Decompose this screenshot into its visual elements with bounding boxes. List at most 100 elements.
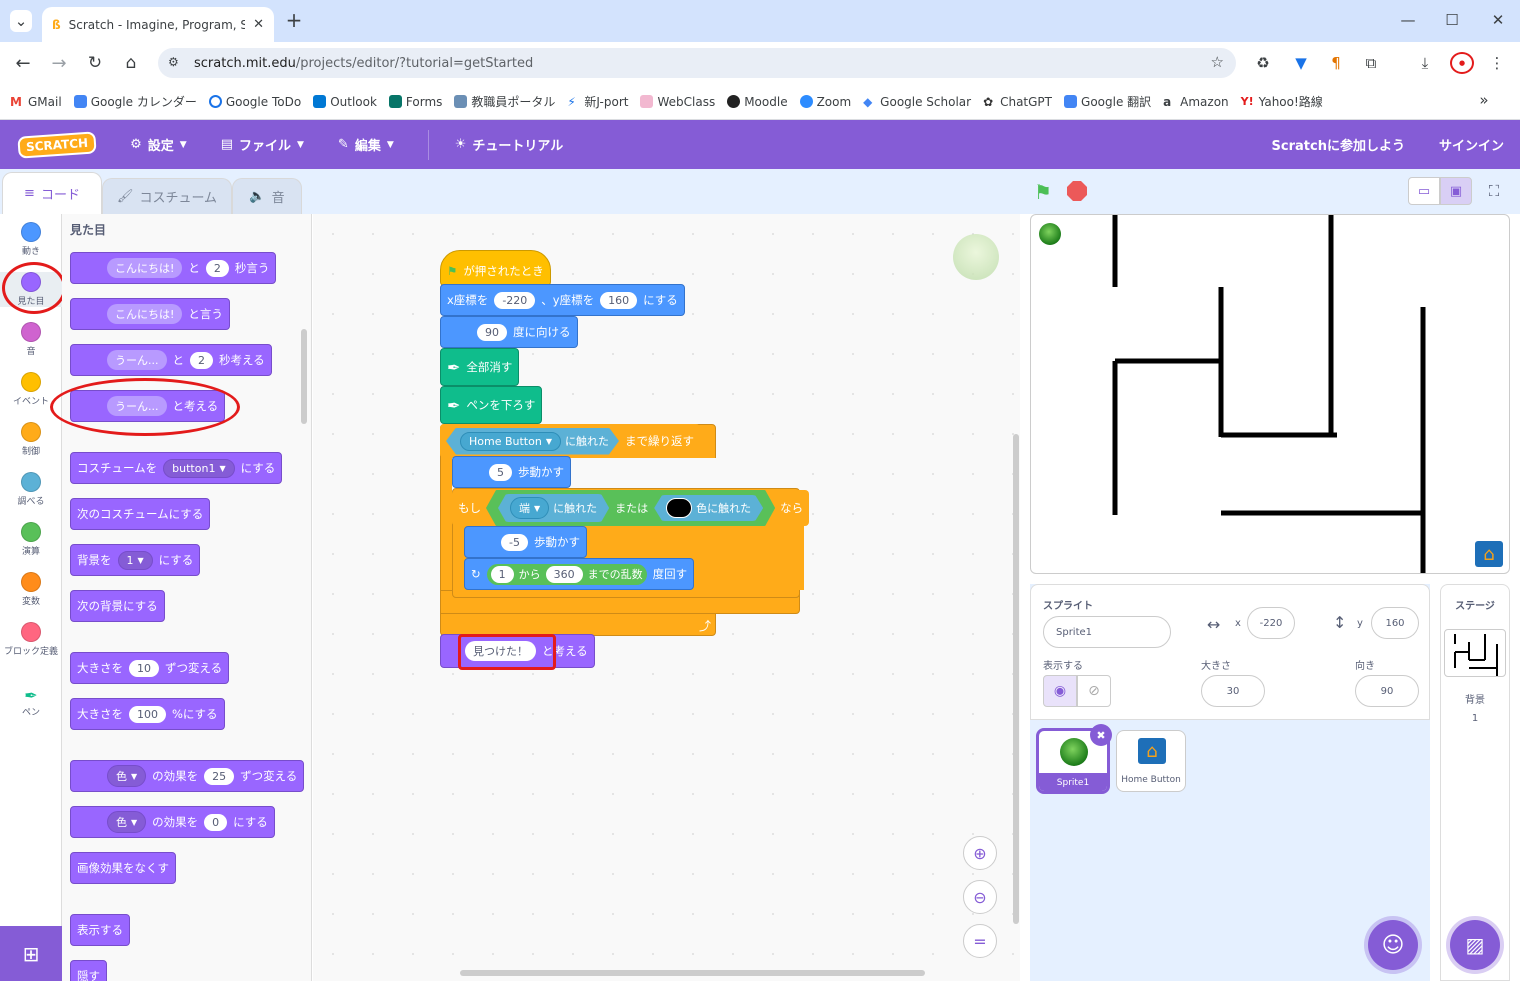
bookmark-calendar[interactable]: Google カレンダー bbox=[73, 93, 197, 110]
sprite-direction-input[interactable]: 90 bbox=[1355, 675, 1419, 707]
chrome-menu-icon[interactable]: ⋮ bbox=[1486, 52, 1508, 74]
block-hide[interactable]: 隠す bbox=[70, 960, 107, 981]
script-area[interactable]: ⚑ が押されたとき x座標を -220 、y座標を 160 にする 90 度に向ける ✒ 全部… bbox=[313, 214, 1020, 981]
block-say-for-secs[interactable]: こんにちは! と 2 秒言う bbox=[70, 252, 277, 284]
zoom-in-button[interactable]: ⊕ bbox=[963, 836, 997, 870]
block-change-size[interactable]: 大きさを 10 ずつ変える bbox=[70, 652, 230, 684]
extension-recycle-icon[interactable]: ♻ bbox=[1252, 52, 1274, 74]
back-icon[interactable]: ← bbox=[12, 52, 34, 74]
more-bookmarks-icon[interactable]: » bbox=[1474, 90, 1494, 110]
fullscreen-button[interactable]: ⛶ bbox=[1480, 177, 1508, 205]
block-pen-erase[interactable]: ✒ 全部消す bbox=[440, 348, 520, 386]
category-control[interactable]: 制御 bbox=[0, 422, 62, 457]
script-scrollbar-h[interactable] bbox=[460, 970, 925, 976]
category-pen[interactable]: ✒ ペン bbox=[0, 686, 62, 718]
bookmark-forms[interactable]: Forms bbox=[388, 95, 442, 109]
bookmark-chatgpt[interactable]: ✿ ChatGPT bbox=[983, 95, 1052, 110]
block-think-for-secs[interactable]: うーん... と 2 秒考える bbox=[70, 344, 272, 376]
block-switch-costume[interactable]: コスチュームを button1 ▼ にする bbox=[70, 452, 283, 484]
color-swatch-black[interactable] bbox=[666, 498, 692, 518]
sprite-size-input[interactable]: 30 bbox=[1201, 675, 1265, 707]
bookmark-moodle[interactable]: Moodle bbox=[727, 95, 788, 109]
sprite-ball[interactable] bbox=[1039, 223, 1061, 245]
block-change-effect[interactable]: 色 ▼ の効果を 25 ずつ変える bbox=[70, 760, 305, 792]
block-goto-xy[interactable]: x座標を -220 、y座標を 160 にする bbox=[440, 284, 685, 316]
forward-icon[interactable]: → bbox=[48, 52, 70, 74]
close-tab-icon[interactable]: ✕ bbox=[253, 17, 264, 32]
block-say[interactable]: こんにちは! と言う bbox=[70, 298, 230, 330]
category-operators[interactable]: 演算 bbox=[0, 522, 62, 557]
category-motion[interactable]: 動き bbox=[0, 222, 62, 257]
zoom-out-button[interactable]: ⊖ bbox=[963, 880, 997, 914]
edit-menu[interactable]: ✎ 編集 ▼ bbox=[338, 135, 394, 154]
sprite-x-input[interactable]: -220 bbox=[1247, 607, 1295, 639]
show-sprite-button[interactable]: ◉ bbox=[1043, 675, 1077, 707]
operator-or[interactable]: 端 ▼ に触れた または 色に触れた bbox=[486, 490, 775, 526]
site-info-icon[interactable]: ⚙ bbox=[168, 55, 179, 69]
tab-code[interactable]: ≡ コード bbox=[2, 172, 102, 214]
minimize-icon[interactable]: — bbox=[1396, 10, 1420, 30]
add-extension-button[interactable]: ⊞ bbox=[0, 926, 62, 981]
delete-sprite-button[interactable]: ✖ bbox=[1090, 724, 1112, 746]
browser-tab[interactable]: ß Scratch - Imagine, Program, Sha ✕ bbox=[42, 7, 274, 42]
extension-v-icon[interactable]: ▼ bbox=[1290, 52, 1312, 74]
block-next-costume[interactable]: 次のコスチュームにする bbox=[70, 498, 211, 530]
hide-sprite-button[interactable]: ⊘ bbox=[1077, 675, 1111, 707]
profile-avatar-icon[interactable]: ● bbox=[1450, 52, 1474, 74]
tab-search-icon[interactable]: ⌄ bbox=[10, 10, 32, 32]
tab-costumes[interactable]: 🖌 コスチューム bbox=[102, 178, 232, 214]
extensions-puzzle-icon[interactable]: ⧉ bbox=[1360, 52, 1382, 74]
bookmark-scholar[interactable]: ◆ Google Scholar bbox=[863, 95, 971, 110]
bookmark-outlook[interactable]: Outlook bbox=[313, 95, 377, 109]
scratch-logo[interactable]: SCRATCH bbox=[17, 130, 97, 159]
home-icon[interactable]: ⌂ bbox=[120, 52, 142, 74]
palette-scrollbar[interactable] bbox=[301, 329, 307, 424]
block-move-steps[interactable]: 5 歩動かす bbox=[452, 456, 571, 488]
small-stage-button[interactable]: ▭ bbox=[1408, 177, 1440, 205]
join-scratch-link[interactable]: Scratchに参加しよう bbox=[1272, 135, 1405, 154]
reload-icon[interactable]: ↻ bbox=[84, 52, 106, 74]
category-sound[interactable]: 音 bbox=[0, 322, 62, 357]
category-sensing[interactable]: 調べる bbox=[0, 472, 62, 507]
extension-pilcrow-icon[interactable]: ¶ bbox=[1325, 52, 1347, 74]
close-window-icon[interactable]: ✕ bbox=[1486, 10, 1510, 30]
normal-stage-button[interactable]: ▣ bbox=[1440, 177, 1472, 205]
category-variables[interactable]: 変数 bbox=[0, 572, 62, 607]
block-point-direction[interactable]: 90 度に向ける bbox=[440, 316, 578, 348]
block-next-backdrop[interactable]: 次の背景にする bbox=[70, 590, 165, 622]
script-scrollbar-v[interactable] bbox=[1013, 434, 1019, 924]
block-show[interactable]: 表示する bbox=[70, 914, 130, 946]
bookmark-portal[interactable]: 教職員ポータル bbox=[454, 93, 555, 110]
block-clear-effects[interactable]: 画像効果をなくす bbox=[70, 852, 176, 884]
tab-sounds[interactable]: 🔈 音 bbox=[232, 178, 302, 214]
settings-menu[interactable]: ⚙ 設定 ▼ bbox=[130, 135, 187, 154]
sensing-touching-color[interactable]: 色に触れた bbox=[654, 495, 763, 521]
bookmark-yahoo[interactable]: Y! Yahoo!路線 bbox=[1241, 93, 1323, 110]
bookmark-star-icon[interactable]: ☆ bbox=[1211, 53, 1224, 71]
file-menu[interactable]: ▤ ファイル ▼ bbox=[221, 135, 304, 154]
category-my-blocks[interactable]: ブロック定義 bbox=[0, 622, 62, 657]
address-bar[interactable]: ⚙ scratch.mit.edu/projects/editor/?tutor… bbox=[158, 48, 1236, 78]
green-flag-button[interactable]: ⚑ bbox=[1034, 180, 1052, 204]
bookmark-gmail[interactable]: M GMail bbox=[10, 95, 62, 110]
choose-sprite-button[interactable]: ☺ bbox=[1368, 920, 1418, 970]
sprite-name-input[interactable]: Sprite1 bbox=[1043, 616, 1171, 648]
download-icon[interactable]: ⤓ bbox=[1414, 52, 1436, 74]
choose-backdrop-button[interactable]: ▨ bbox=[1450, 920, 1500, 970]
bookmark-jport[interactable]: ⚡ 新J-port bbox=[567, 93, 628, 110]
sensing-touching-home[interactable]: Home Button ▼ に触れた bbox=[446, 428, 619, 455]
home-button-sprite[interactable]: ⌂ bbox=[1475, 541, 1503, 567]
block-set-effect[interactable]: 色 ▼ の効果を 0 にする bbox=[70, 806, 275, 838]
maximize-icon[interactable]: ☐ bbox=[1440, 10, 1464, 30]
sprite-tile-home-button[interactable]: ⌂ Home Button bbox=[1116, 730, 1186, 792]
new-tab-icon[interactable]: + bbox=[284, 8, 304, 32]
stage-canvas[interactable]: ⌂ bbox=[1030, 214, 1510, 574]
bookmark-translate[interactable]: Google 翻訳 bbox=[1064, 93, 1151, 110]
zoom-reset-button[interactable]: = bbox=[963, 924, 997, 958]
sensing-touching-edge[interactable]: 端 ▼ に触れた bbox=[498, 494, 609, 522]
sprite-y-input[interactable]: 160 bbox=[1371, 607, 1419, 639]
bookmark-todo[interactable]: Google ToDo bbox=[208, 95, 301, 109]
signin-link[interactable]: サインイン bbox=[1439, 135, 1504, 154]
stop-button[interactable] bbox=[1067, 181, 1087, 201]
operator-random[interactable]: 1 から 360 までの乱数 bbox=[486, 563, 647, 585]
